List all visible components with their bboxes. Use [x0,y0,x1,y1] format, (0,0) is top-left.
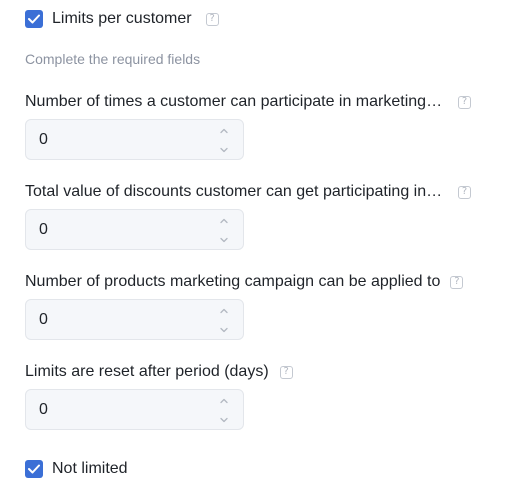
quantity-stepper[interactable] [218,127,230,154]
question-icon[interactable]: ? [458,185,471,199]
not-limited-row[interactable]: Not limited [25,459,128,479]
required-fields-hint: Complete the required fields [25,51,201,67]
reset-period-value[interactable]: 0 [39,401,48,419]
chevron-down-icon[interactable] [218,146,230,154]
quantity-stepper[interactable] [218,217,230,244]
field-label-reset-period: Limits are reset after period (days) ? [25,363,293,381]
limits-per-customer-label: Limits per customer [52,10,192,27]
participation-count-input[interactable]: 0 [25,119,244,160]
chevron-up-icon[interactable] [218,397,230,405]
chevron-down-icon[interactable] [218,416,230,424]
field-label-product-count: Number of products marketing campaign ca… [25,273,464,291]
field-label-participation-count: Number of times a customer can participa… [25,93,471,111]
discount-total-value[interactable]: 0 [39,221,48,239]
product-count-input[interactable]: 0 [25,299,244,340]
chevron-up-icon[interactable] [218,307,230,315]
reset-period-input[interactable]: 0 [25,389,244,430]
checkmark-icon [28,14,40,24]
field-label-discount-total: Total value of discounts customer can ge… [25,183,471,201]
question-icon[interactable]: ? [450,275,464,289]
discount-total-input[interactable]: 0 [25,209,244,250]
product-count-value[interactable]: 0 [39,311,48,329]
quantity-stepper[interactable] [218,307,230,334]
checkmark-icon [28,464,40,474]
question-icon[interactable]: ? [458,95,471,109]
chevron-up-icon[interactable] [218,217,230,225]
question-icon[interactable]: ? [279,365,293,379]
limits-per-customer-row[interactable]: Limits per customer ? [25,9,219,29]
quantity-stepper[interactable] [218,397,230,424]
chevron-down-icon[interactable] [218,326,230,334]
limits-per-customer-checkbox[interactable] [25,10,43,28]
chevron-down-icon[interactable] [218,236,230,244]
not-limited-label: Not limited [52,460,128,477]
chevron-up-icon[interactable] [218,127,230,135]
question-icon[interactable]: ? [205,12,219,26]
not-limited-checkbox[interactable] [25,460,43,478]
participation-count-value[interactable]: 0 [39,131,48,149]
